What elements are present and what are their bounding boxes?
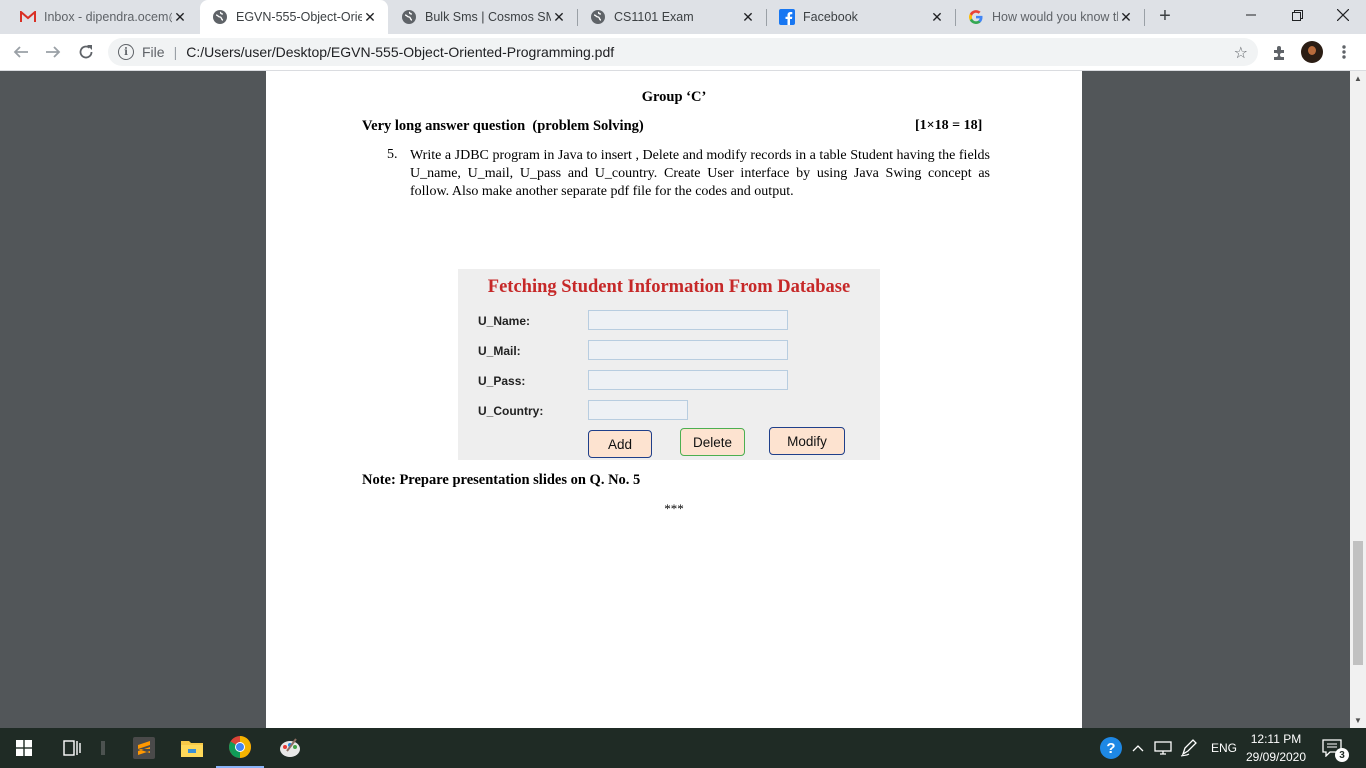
tab-facebook[interactable]: Facebook ✕: [767, 0, 955, 34]
chrome-icon[interactable]: [216, 728, 264, 768]
u-pass-field: [588, 370, 788, 390]
u-name-field: [588, 310, 788, 330]
question-heading: Very long answer question (problem Solvi…: [362, 118, 644, 134]
taskbar: ? ENG 12:11 PM 29/09/2020 3: [0, 728, 1366, 768]
scrollbar-thumb[interactable]: [1353, 541, 1363, 665]
minimize-button[interactable]: [1228, 0, 1274, 30]
file-explorer-icon[interactable]: [168, 728, 216, 768]
restore-button[interactable]: [1274, 0, 1320, 30]
tab-title: How would you know th: [992, 10, 1118, 24]
close-tab-icon[interactable]: ✕: [740, 9, 756, 26]
u-mail-label: U_Mail:: [478, 344, 521, 358]
reload-icon[interactable]: [74, 40, 98, 64]
close-tab-icon[interactable]: ✕: [172, 9, 188, 26]
close-tab-icon[interactable]: ✕: [929, 9, 945, 26]
tab-title: Bulk Sms | Cosmos SMS: [425, 10, 551, 24]
form-screenshot-image: Fetching Student Information From Databa…: [458, 269, 880, 460]
facebook-icon: [779, 9, 795, 25]
network-icon[interactable]: [1154, 728, 1172, 768]
tab-cs1101[interactable]: CS1101 Exam ✕: [578, 0, 766, 34]
task-view-icon[interactable]: [48, 728, 96, 768]
language-indicator[interactable]: ENG: [1211, 728, 1237, 768]
question-number: 5.: [387, 147, 398, 162]
extensions-icon[interactable]: [1268, 40, 1292, 64]
clock-date: 29/09/2020: [1245, 750, 1307, 764]
scroll-up-arrow-icon[interactable]: ▲: [1354, 74, 1362, 83]
sublime-text-icon[interactable]: [120, 728, 168, 768]
close-tab-icon[interactable]: ✕: [1118, 9, 1134, 26]
url-text: C:/Users/user/Desktop/EGVN-555-Object-Or…: [186, 44, 615, 60]
notification-count-badge: 3: [1335, 748, 1349, 762]
chevron-up-icon[interactable]: [1132, 728, 1146, 768]
forward-icon[interactable]: [41, 40, 65, 64]
tab-title: Inbox - dipendra.ocem@: [44, 10, 172, 24]
notification-icon[interactable]: 3: [1322, 728, 1349, 768]
tab-google-search[interactable]: How would you know th ✕: [956, 0, 1144, 34]
tab-divider: [1144, 9, 1145, 26]
browser-toolbar: i File | C:/Users/user/Desktop/EGVN-555-…: [0, 34, 1366, 71]
info-icon[interactable]: i: [118, 44, 134, 60]
google-icon: [968, 9, 984, 25]
modify-button: Modify: [769, 427, 845, 455]
tab-strip: Inbox - dipendra.ocem@ ✕ EGVN-555-Object…: [0, 0, 1366, 34]
pdf-viewer: Group ‘C’ Very long answer question (pro…: [0, 71, 1350, 728]
delete-button: Delete: [680, 428, 745, 456]
globe-icon: [590, 9, 606, 25]
bookmark-star-icon[interactable]: ☆: [1234, 43, 1248, 63]
menu-kebab-icon[interactable]: [1334, 40, 1354, 64]
close-window-button[interactable]: [1320, 0, 1366, 30]
u-country-field: [588, 400, 688, 420]
globe-icon: [401, 9, 417, 25]
u-pass-label: U_Pass:: [478, 374, 526, 388]
back-icon[interactable]: [9, 40, 33, 64]
note-text: Note: Prepare presentation slides on Q. …: [362, 472, 641, 488]
help-icon[interactable]: ?: [1100, 728, 1124, 768]
new-tab-button[interactable]: +: [1154, 5, 1176, 27]
tab-bulk-sms[interactable]: Bulk Sms | Cosmos SMS ✕: [389, 0, 577, 34]
vertical-scrollbar[interactable]: ▲ ▼: [1350, 71, 1366, 728]
paint-icon[interactable]: [266, 728, 314, 768]
scroll-down-arrow-icon[interactable]: ▼: [1354, 716, 1362, 725]
taskbar-divider: [96, 728, 110, 768]
pen-icon[interactable]: [1180, 728, 1200, 768]
windows-start-icon[interactable]: [0, 728, 48, 768]
address-separator: |: [173, 44, 178, 60]
close-tab-icon[interactable]: ✕: [551, 9, 567, 26]
group-title: Group ‘C’: [641, 89, 707, 105]
tab-title: CS1101 Exam: [614, 10, 694, 24]
close-tab-icon[interactable]: ✕: [362, 9, 378, 26]
pdf-page: Group ‘C’ Very long answer question (pro…: [266, 71, 1082, 728]
u-country-label: U_Country:: [478, 404, 544, 418]
u-mail-field: [588, 340, 788, 360]
clock[interactable]: 12:11 PM 29/09/2020: [1244, 728, 1308, 768]
tab-title: Facebook: [803, 10, 858, 24]
add-button: Add: [588, 430, 652, 458]
u-name-label: U_Name:: [478, 314, 531, 328]
address-bar[interactable]: i File | C:/Users/user/Desktop/EGVN-555-…: [108, 38, 1258, 66]
tab-title: EGVN-555-Object-Orie: [236, 10, 362, 24]
end-marker: ***: [664, 501, 684, 516]
form-title: Fetching Student Information From Databa…: [487, 277, 851, 297]
gmail-icon: [20, 9, 36, 25]
scheme-label: File: [142, 44, 165, 60]
tab-pdf[interactable]: EGVN-555-Object-Orie ✕: [200, 0, 388, 34]
marks-label: [1×18 = 18]: [915, 118, 983, 133]
globe-icon: [212, 9, 228, 25]
tab-inbox[interactable]: Inbox - dipendra.ocem@ ✕: [8, 0, 198, 34]
clock-time: 12:11 PM: [1250, 732, 1302, 746]
avatar[interactable]: [1300, 40, 1324, 64]
question-text: Write a JDBC program in Java to insert ,…: [410, 148, 990, 199]
